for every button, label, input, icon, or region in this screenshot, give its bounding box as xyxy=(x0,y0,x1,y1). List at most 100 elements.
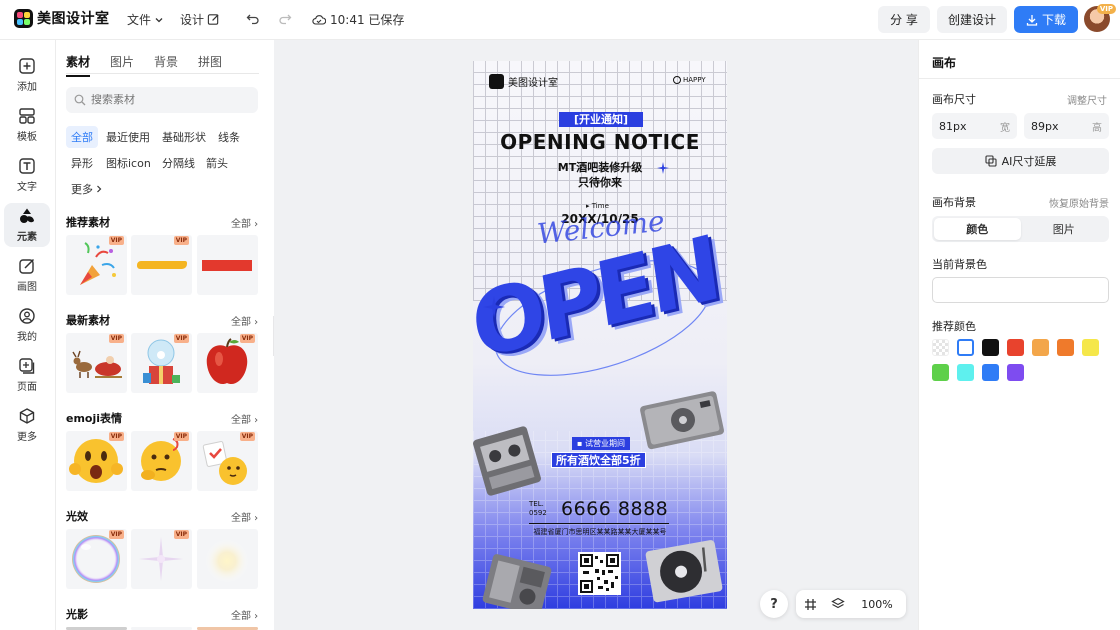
poster-tel-label: TEL. xyxy=(529,500,544,508)
yellow-brush-shape xyxy=(137,261,187,269)
thumb-emoji-scared[interactable]: VIP xyxy=(66,431,127,491)
bg-type-image[interactable]: 图片 xyxy=(1021,218,1108,240)
vip-badge: VIP xyxy=(173,236,189,245)
current-bg-label: 当前背景色 xyxy=(932,258,987,271)
color-swatch[interactable] xyxy=(1032,339,1049,356)
poster-subtitle-1: MT酒吧装修升级 xyxy=(557,161,643,174)
create-design-button[interactable]: 创建设计 xyxy=(937,6,1007,33)
vip-badge: VIP xyxy=(108,334,124,343)
color-swatch[interactable] xyxy=(932,339,949,356)
search-box[interactable] xyxy=(66,87,258,113)
thumb-sparkle[interactable]: VIP xyxy=(131,529,192,589)
chip-basic-shapes[interactable]: 基础形状 xyxy=(157,126,211,148)
section-all-shadows[interactable]: 全部 › xyxy=(231,607,258,622)
glow-icon xyxy=(205,539,249,583)
thumb-sleigh[interactable]: VIP xyxy=(66,333,127,393)
rail-item-page[interactable]: 页面 xyxy=(4,353,50,397)
user-icon xyxy=(19,308,35,324)
section-all-label: 全部 xyxy=(231,219,251,230)
height-field[interactable]: 89px 高 xyxy=(1024,113,1109,139)
rail-item-more[interactable]: 更多 xyxy=(4,403,50,447)
file-menu[interactable]: 文件 xyxy=(127,11,164,28)
current-bg-color[interactable] xyxy=(932,277,1109,303)
ai-resize-icon xyxy=(985,155,997,167)
bg-type-color[interactable]: 颜色 xyxy=(934,218,1021,240)
rail-item-draw[interactable]: 画图 xyxy=(4,253,50,297)
color-swatch[interactable] xyxy=(1007,364,1024,381)
color-swatch[interactable] xyxy=(1057,339,1074,356)
chip-recent[interactable]: 最近使用 xyxy=(101,126,155,148)
rail-label: 元素 xyxy=(17,232,37,243)
thumb-bubble[interactable]: VIP xyxy=(66,529,127,589)
rail-label: 我的 xyxy=(17,332,37,343)
grid-icon[interactable] xyxy=(796,590,824,618)
rail-item-mine[interactable]: 我的 xyxy=(4,303,50,347)
undo-icon[interactable] xyxy=(244,10,262,28)
thumb-emoji-thinking[interactable]: VIP xyxy=(131,431,192,491)
share-button[interactable]: 分 享 xyxy=(878,6,930,33)
ai-resize-label: AI尺寸延展 xyxy=(1001,155,1057,168)
help-button[interactable]: ? xyxy=(760,590,788,618)
chip-dividers[interactable]: 分隔线 xyxy=(157,152,200,174)
chip-lines[interactable]: 线条 xyxy=(213,126,245,148)
section-title-emoji: emoji表情 xyxy=(66,412,123,425)
redo-icon[interactable] xyxy=(276,10,294,28)
rail-item-text[interactable]: 文字 xyxy=(4,153,50,197)
vip-badge: VIP xyxy=(173,432,189,441)
thumb-apple[interactable]: VIP xyxy=(197,333,258,393)
chip-irregular[interactable]: 异形 xyxy=(66,152,98,174)
reset-bg-link[interactable]: 恢复原始背景 xyxy=(1049,195,1109,210)
ai-resize-button[interactable]: AI尺寸延展 xyxy=(932,148,1109,174)
chip-more[interactable]: 更多 xyxy=(66,178,108,200)
chip-all[interactable]: 全部 xyxy=(66,126,98,148)
section-title-light-effects: 光效 xyxy=(66,510,88,523)
height-value: 89px xyxy=(1031,119,1059,133)
panel-divider xyxy=(919,78,1120,79)
avatar[interactable]: VIP xyxy=(1084,4,1116,32)
poster-canvas[interactable]: 美图设计室 HAPPY [开业通知] OPENING NOTICE MT酒吧装修… xyxy=(473,61,727,609)
thumb-yellow-stroke[interactable]: VIP xyxy=(131,235,192,295)
color-swatch[interactable] xyxy=(1007,339,1024,356)
section-all-light-effects[interactable]: 全部 › xyxy=(231,509,258,524)
thumb-snow-globe[interactable]: VIP xyxy=(131,333,192,393)
chip-arrows[interactable]: 箭头 xyxy=(201,152,233,174)
color-swatch[interactable] xyxy=(932,364,949,381)
design-menu[interactable]: 设计 xyxy=(180,11,220,28)
rail-item-template[interactable]: 模板 xyxy=(4,103,50,147)
thumb-glow[interactable] xyxy=(197,529,258,589)
section-all-recommended[interactable]: 全部 › xyxy=(231,215,258,230)
adjust-size-link[interactable]: 调整尺寸 xyxy=(1067,92,1107,107)
rail-item-elements[interactable]: 元素 xyxy=(4,203,50,247)
rail-item-add[interactable]: 添加 xyxy=(4,53,50,97)
width-field[interactable]: 81px 宽 xyxy=(932,113,1017,139)
vip-badge: VIP xyxy=(239,334,255,343)
poster-time-text: Time xyxy=(591,202,609,210)
rail-label: 模板 xyxy=(17,132,37,143)
chip-icons[interactable]: 图标icon xyxy=(101,152,156,174)
color-swatch[interactable] xyxy=(957,339,974,356)
canvas-bg-label: 画布背景 xyxy=(932,196,976,209)
save-status: 10:41 已保存 xyxy=(312,11,404,28)
section-all-latest[interactable]: 全部 › xyxy=(231,313,258,328)
section-all-emoji[interactable]: 全部 › xyxy=(231,411,258,426)
search-input[interactable] xyxy=(91,94,241,106)
thumb-party-popper[interactable]: VIP xyxy=(66,235,127,295)
thumb-emoji-check[interactable]: VIP xyxy=(197,431,258,491)
section-title-latest: 最新素材 xyxy=(66,314,110,327)
download-label: 下载 xyxy=(1041,13,1066,27)
section-title-shadows: 光影 xyxy=(66,608,88,621)
thumb-red-bar[interactable] xyxy=(197,235,258,295)
section-all-label: 全部 xyxy=(231,513,251,524)
cube-icon xyxy=(19,408,35,424)
zoom-level[interactable]: 100% xyxy=(852,598,902,611)
qr-code-image xyxy=(578,552,621,595)
layers-icon[interactable] xyxy=(824,590,852,618)
download-button[interactable]: 下载 xyxy=(1014,6,1078,33)
app-logo[interactable]: 美图设计室 xyxy=(14,8,110,28)
section-all-label: 全部 xyxy=(231,317,251,328)
color-swatch[interactable] xyxy=(982,364,999,381)
color-swatch[interactable] xyxy=(1082,339,1099,356)
color-swatch[interactable] xyxy=(982,339,999,356)
color-swatch[interactable] xyxy=(957,364,974,381)
avatar-vip-badge: VIP xyxy=(1096,4,1116,14)
